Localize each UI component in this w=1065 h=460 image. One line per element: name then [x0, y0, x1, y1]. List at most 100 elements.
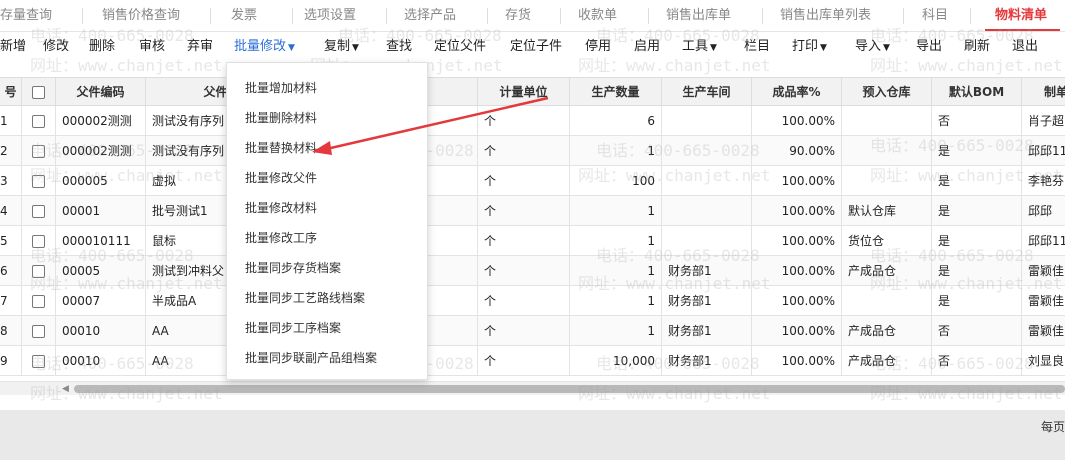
refresh-button[interactable]: 刷新	[964, 32, 990, 62]
scrollbar-thumb[interactable]	[74, 385, 1065, 393]
cell-select[interactable]	[22, 286, 56, 316]
find-button[interactable]: 查找	[386, 32, 412, 62]
header-workshop[interactable]: 生产车间	[662, 78, 752, 106]
cell-select[interactable]	[22, 256, 56, 286]
menu-item-batch-sync-process[interactable]: 批量同步工序档案	[245, 313, 341, 343]
scroll-left-icon[interactable]: ◀	[62, 382, 69, 396]
delete-button[interactable]: 删除	[89, 32, 115, 62]
cell-select[interactable]	[22, 226, 56, 256]
cell-unit: 个	[478, 316, 570, 346]
locate-child-button[interactable]: 定位子件	[510, 32, 562, 62]
print-label: 打印	[792, 39, 819, 54]
cell-maker: 肖子超	[1022, 106, 1065, 136]
cell-yield: 100.00%	[752, 346, 842, 376]
tab-sales-outbound[interactable]: 销售出库单	[666, 0, 731, 31]
tab-select-product[interactable]: 选择产品	[404, 0, 456, 31]
tab-options[interactable]: 选项设置	[304, 0, 356, 31]
tab-sales-outbound-list[interactable]: 销售出库单列表	[780, 0, 871, 31]
menu-item-batch-add-material[interactable]: 批量增加材料	[245, 73, 317, 103]
select-all-checkbox[interactable]	[32, 86, 45, 99]
row-checkbox[interactable]	[32, 295, 45, 308]
table-row[interactable]: 8 00010 AA 个 1 财务部1 100.00% 产成品仓否雷颖佳	[0, 316, 1065, 346]
import-button[interactable]: 导入 ▼	[855, 32, 890, 62]
row-checkbox[interactable]	[32, 145, 45, 158]
header-default-bom[interactable]: 默认BOM	[932, 78, 1022, 106]
table-row[interactable]: 5 000010111 鼠标个 1 100.00% 货位仓是邱邱11	[0, 226, 1065, 256]
tab-divider	[970, 8, 971, 24]
tab-divider	[487, 8, 488, 24]
tab-bom[interactable]: 物料清单	[995, 0, 1047, 31]
new-button[interactable]: 新增	[0, 32, 26, 62]
print-button[interactable]: 打印 ▼	[792, 32, 827, 62]
menu-item-batch-edit-material[interactable]: 批量修改材料	[245, 193, 317, 223]
exit-button[interactable]: 退出	[1012, 32, 1038, 62]
import-label: 导入	[855, 39, 882, 54]
header-warehouse[interactable]: 预入仓库	[842, 78, 932, 106]
cell-yield: 100.00%	[752, 196, 842, 226]
tab-inventory-query[interactable]: 存量查询	[0, 0, 52, 31]
abandon-audit-button[interactable]: 弃审	[187, 32, 213, 62]
cell-select[interactable]	[22, 346, 56, 376]
menu-item-batch-sync-routing[interactable]: 批量同步工艺路线档案	[245, 283, 365, 313]
cell-select[interactable]	[22, 166, 56, 196]
cell-parent-code: 00010	[56, 346, 146, 376]
header-maker[interactable]: 制单	[1022, 78, 1065, 106]
audit-button[interactable]: 审核	[139, 32, 165, 62]
cell-qty: 1	[570, 226, 662, 256]
cell-select[interactable]	[22, 136, 56, 166]
tab-account[interactable]: 科目	[922, 0, 948, 31]
header-parent-code[interactable]: 父件编码	[56, 78, 146, 106]
table-row[interactable]: 7 00007 半成品A 个 1 财务部1 100.00% 是雷颖佳	[0, 286, 1065, 316]
row-checkbox[interactable]	[32, 355, 45, 368]
row-checkbox[interactable]	[32, 205, 45, 218]
table-row[interactable]: 6 00005 测试到冲料父个 1 财务部1 100.00% 产成品仓是雷颖佳	[0, 256, 1065, 286]
locate-parent-button[interactable]: 定位父件	[434, 32, 486, 62]
row-checkbox[interactable]	[32, 265, 45, 278]
horizontal-scrollbar[interactable]: ◀	[0, 381, 1065, 395]
batch-edit-button[interactable]: 批量修改 ▼	[234, 32, 295, 62]
tab-receipt[interactable]: 收款单	[578, 0, 617, 31]
header-unit[interactable]: 计量单位	[478, 78, 570, 106]
tab-stock[interactable]: 存货	[505, 0, 531, 31]
header-qty[interactable]: 生产数量	[570, 78, 662, 106]
tools-button[interactable]: 工具 ▼	[682, 32, 717, 62]
tab-invoice[interactable]: 发票	[231, 0, 257, 31]
table-row[interactable]: 4 00001 批号测试1 个 1 100.00% 默认仓库是邱邱	[0, 196, 1065, 226]
table-row[interactable]: 1 000002测测 测试没有序列个 6 100.00% 否肖子超	[0, 106, 1065, 136]
cell-default-bom: 是	[932, 256, 1022, 286]
header-yield[interactable]: 成品率%	[752, 78, 842, 106]
menu-item-batch-sync-coproduct[interactable]: 批量同步联副产品组档案	[245, 343, 377, 373]
enable-button[interactable]: 启用	[634, 32, 660, 62]
menu-item-batch-edit-process[interactable]: 批量修改工序	[245, 223, 317, 253]
cell-parent-code: 00005	[56, 256, 146, 286]
menu-item-batch-replace-material[interactable]: 批量替换材料	[245, 133, 317, 163]
menu-item-batch-edit-parent[interactable]: 批量修改父件	[245, 163, 317, 193]
header-select-all[interactable]	[22, 78, 56, 106]
cell-default-bom: 是	[932, 286, 1022, 316]
table-row[interactable]: 3 000005 虚拟个 100 100.00% 是李艳芬	[0, 166, 1065, 196]
cell-yield: 100.00%	[752, 316, 842, 346]
row-checkbox[interactable]	[32, 235, 45, 248]
cell-default-bom: 是	[932, 226, 1022, 256]
row-checkbox[interactable]	[32, 175, 45, 188]
cell-select[interactable]	[22, 196, 56, 226]
cell-maker: 刘显良	[1022, 346, 1065, 376]
menu-item-batch-sync-inventory[interactable]: 批量同步存货档案	[245, 253, 341, 283]
row-checkbox[interactable]	[32, 115, 45, 128]
edit-button[interactable]: 修改	[43, 32, 69, 62]
cell-parent-code: 000002测测	[56, 136, 146, 166]
cell-select[interactable]	[22, 106, 56, 136]
copy-button[interactable]: 复制 ▼	[324, 32, 359, 62]
cell-select[interactable]	[22, 316, 56, 346]
table-row[interactable]: 9 00010 AA 个 10,000 财务部1 100.00% 产成品仓否刘显良	[0, 346, 1065, 376]
cell-seq: 4	[0, 196, 22, 226]
columns-button[interactable]: 栏目	[744, 32, 770, 62]
table-row[interactable]: 2 000002测测 测试没有序列个 1 90.00% 是邱邱11	[0, 136, 1065, 166]
cell-maker: 邱邱11	[1022, 226, 1065, 256]
tab-sales-price-query[interactable]: 销售价格查询	[102, 0, 180, 31]
cell-parent-code: 00001	[56, 196, 146, 226]
row-checkbox[interactable]	[32, 325, 45, 338]
disable-button[interactable]: 停用	[585, 32, 611, 62]
menu-item-batch-delete-material[interactable]: 批量删除材料	[245, 103, 317, 133]
export-button[interactable]: 导出	[916, 32, 942, 62]
